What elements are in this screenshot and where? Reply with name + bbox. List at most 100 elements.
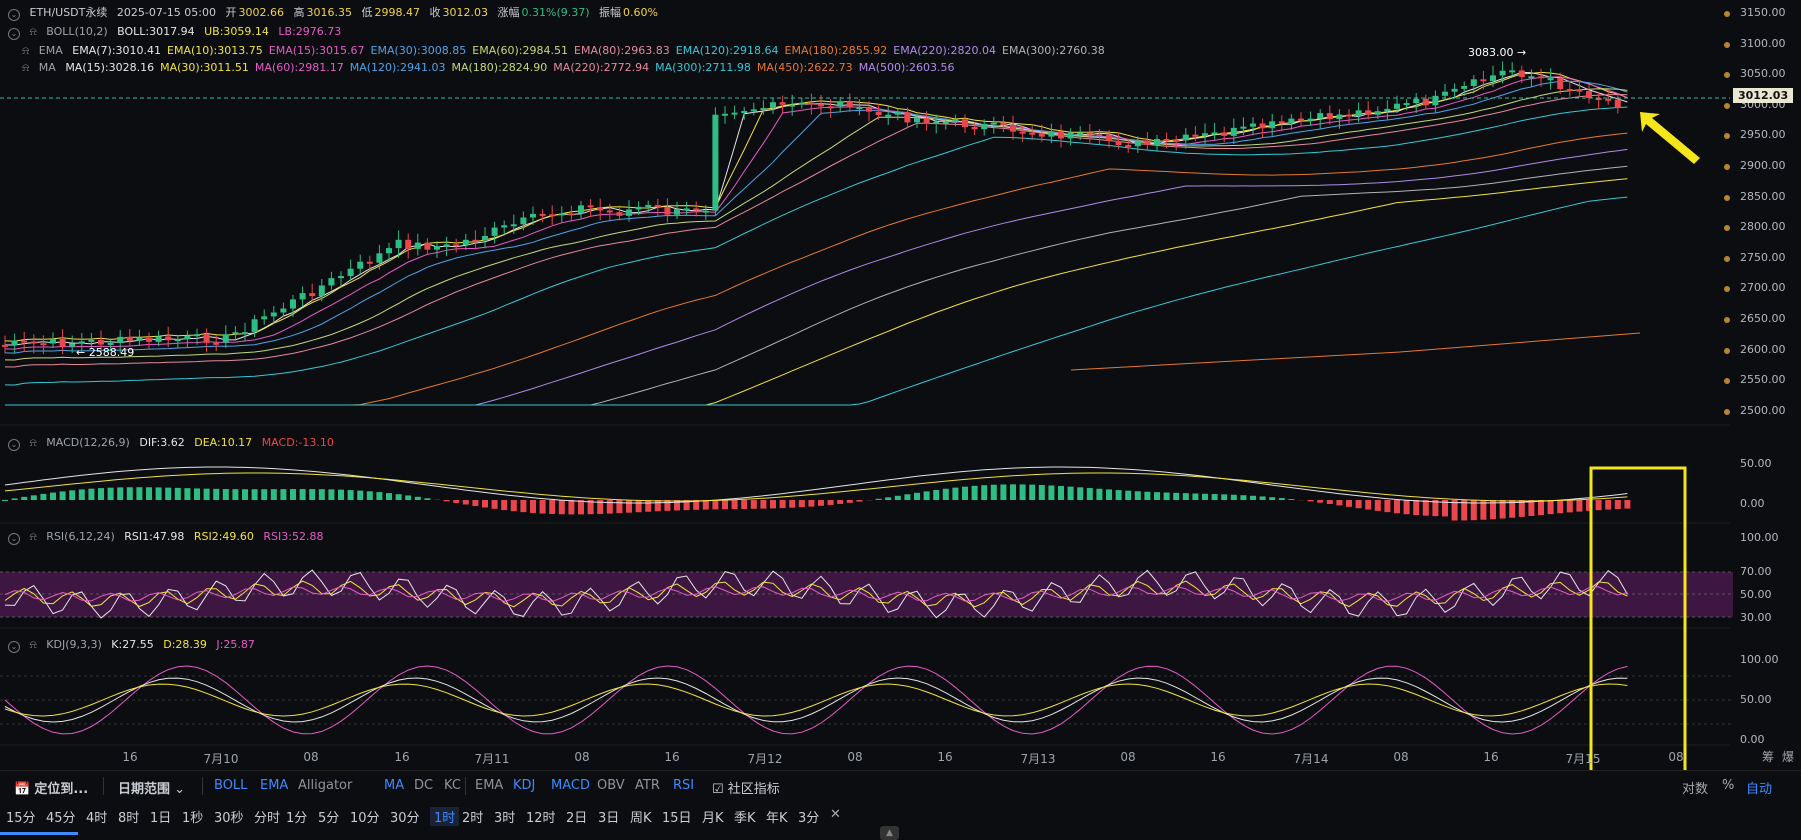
community-indicators-button[interactable]: ☑ 社区指标 bbox=[712, 778, 780, 797]
interval-button[interactable]: 分时 bbox=[254, 807, 280, 826]
interval-button[interactable]: 3时 bbox=[494, 807, 515, 826]
percent-scale-toggle[interactable]: % bbox=[1722, 778, 1734, 793]
indicator-rsi-button[interactable]: RSI bbox=[673, 778, 694, 793]
candle-body bbox=[319, 285, 325, 296]
locate-button[interactable]: 📅 定位到... bbox=[14, 778, 88, 797]
bell-icon[interactable]: ⍾ bbox=[22, 61, 29, 74]
price-alert-dot[interactable] bbox=[1724, 164, 1730, 170]
macd-histogram-bar bbox=[540, 500, 546, 514]
collapse-icon[interactable]: ⌄ bbox=[8, 439, 20, 451]
collapse-icon[interactable]: ⌄ bbox=[8, 641, 20, 653]
log-scale-toggle[interactable]: 对数 bbox=[1682, 778, 1708, 797]
macd-histogram-bar bbox=[98, 488, 104, 500]
macd-histogram-bar bbox=[223, 489, 229, 500]
candle-body bbox=[1605, 99, 1611, 101]
price-alert-dot[interactable] bbox=[1724, 409, 1730, 415]
ma-legend[interactable]: ⍾ MA MA(15):3028.16MA(30):3011.51MA(60):… bbox=[8, 61, 960, 75]
rsi-axis-100: 100.00 bbox=[1740, 531, 1779, 544]
macd-histogram-bar bbox=[1548, 500, 1554, 514]
interval-button[interactable]: 45分 bbox=[46, 807, 76, 826]
indicator-alligator-button[interactable]: Alligator bbox=[298, 778, 352, 793]
interval-button[interactable]: 1日 bbox=[150, 807, 171, 826]
boll-legend[interactable]: ⌄ ⍾ BOLL(10,2) BOLL:3017.94 UB:3059.14 L… bbox=[8, 25, 347, 40]
interval-button[interactable]: 12时 bbox=[526, 807, 556, 826]
interval-button[interactable]: 30秒 bbox=[214, 807, 244, 826]
indicator-atr-button[interactable]: ATR bbox=[635, 778, 660, 793]
interval-button[interactable]: 4时 bbox=[86, 807, 107, 826]
date-range-button[interactable]: 日期范围 ⌄ bbox=[118, 778, 185, 797]
interval-button[interactable]: 1秒 bbox=[182, 807, 203, 826]
indicator-macd-button[interactable]: MACD bbox=[551, 778, 590, 793]
candle-body bbox=[1183, 135, 1189, 141]
interval-button[interactable]: 2日 bbox=[566, 807, 587, 826]
macd-histogram-bar bbox=[1116, 490, 1122, 500]
macd-histogram-bar bbox=[108, 488, 114, 500]
bell-icon[interactable]: ⍾ bbox=[30, 436, 37, 449]
auto-scale-toggle[interactable]: 自动 bbox=[1746, 778, 1772, 797]
interval-button[interactable]: 年K bbox=[766, 807, 788, 826]
bell-icon[interactable]: ⍾ bbox=[30, 530, 37, 543]
candle-body bbox=[223, 334, 229, 343]
interval-button[interactable]: 30分 bbox=[390, 807, 420, 826]
macd-histogram-bar bbox=[1404, 500, 1410, 514]
candle-body bbox=[1260, 124, 1266, 129]
collapse-icon[interactable]: ⌄ bbox=[8, 533, 20, 545]
candle-body bbox=[1288, 119, 1294, 123]
interval-button[interactable]: 1分 bbox=[286, 807, 307, 826]
price-alert-dot[interactable] bbox=[1724, 11, 1730, 17]
chips-button[interactable]: 筹 bbox=[1762, 750, 1774, 764]
kdj-legend[interactable]: ⌄ ⍾ KDJ(9,3,3) K:27.55 D:28.39 J:25.87 bbox=[8, 638, 261, 653]
scroll-handle[interactable]: ▲ bbox=[880, 826, 899, 840]
close-icon[interactable]: ✕ bbox=[830, 807, 841, 822]
indicator-ema-button[interactable]: EMA bbox=[475, 778, 503, 793]
macd-histogram-bar bbox=[1384, 500, 1390, 512]
bell-icon[interactable]: ⍾ bbox=[30, 25, 37, 38]
interval-button[interactable]: 15日 bbox=[662, 807, 692, 826]
ma-line bbox=[5, 166, 1627, 405]
indicator-kc-button[interactable]: KC bbox=[444, 778, 461, 793]
indicator-dc-button[interactable]: DC bbox=[414, 778, 433, 793]
liquidation-button[interactable]: 爆 bbox=[1782, 750, 1794, 764]
indicator-kdj-button[interactable]: KDJ bbox=[513, 778, 535, 793]
bell-icon[interactable]: ⍾ bbox=[30, 638, 37, 651]
price-alert-dot[interactable] bbox=[1724, 256, 1730, 262]
bell-icon[interactable]: ⍾ bbox=[22, 44, 29, 57]
macd-histogram-bar bbox=[780, 500, 786, 508]
interval-button[interactable]: 8时 bbox=[118, 807, 139, 826]
macd-legend[interactable]: ⌄ ⍾ MACD(12,26,9) DIF:3.62 DEA:10.17 MAC… bbox=[8, 436, 340, 451]
indicator-ema-button[interactable]: EMA bbox=[260, 778, 288, 793]
interval-button[interactable]: 季K bbox=[734, 807, 756, 826]
candle-body bbox=[1327, 113, 1333, 119]
collapse-icon[interactable]: ⌄ bbox=[8, 9, 20, 21]
ema-legend[interactable]: ⍾ EMA EMA(7):3010.41EMA(10):3013.75EMA(1… bbox=[8, 44, 1111, 58]
collapse-icon[interactable]: ⌄ bbox=[8, 28, 20, 40]
interval-button[interactable]: 10分 bbox=[350, 807, 380, 826]
rsi-legend[interactable]: ⌄ ⍾ RSI(6,12,24) RSI1:47.98 RSI2:49.60 R… bbox=[8, 530, 329, 545]
candle-body bbox=[21, 341, 27, 343]
interval-button[interactable]: 3分 bbox=[798, 807, 819, 826]
indicator-obv-button[interactable]: OBV bbox=[597, 778, 625, 793]
ema-legend-item: EMA(30):3008.85 bbox=[371, 44, 467, 57]
candle-body bbox=[300, 293, 306, 299]
price-alert-dot[interactable] bbox=[1724, 42, 1730, 48]
ma-line bbox=[5, 149, 1627, 405]
candle-body bbox=[1000, 123, 1006, 125]
price-alert-dot[interactable] bbox=[1724, 195, 1730, 201]
price-alert-dot[interactable] bbox=[1724, 103, 1730, 109]
interval-button[interactable]: 5分 bbox=[318, 807, 339, 826]
interval-button[interactable]: 周K bbox=[630, 807, 652, 826]
indicator-boll-button[interactable]: BOLL bbox=[214, 778, 247, 793]
candle-body bbox=[540, 214, 546, 216]
interval-button[interactable]: 3日 bbox=[598, 807, 619, 826]
indicator-ma-button[interactable]: MA bbox=[384, 778, 404, 793]
macd-histogram-bar bbox=[674, 500, 680, 510]
interval-button[interactable]: 15分 bbox=[6, 807, 36, 826]
interval-button[interactable]: 2时 bbox=[462, 807, 483, 826]
chart-canvas[interactable] bbox=[0, 0, 1801, 770]
price-alert-dot[interactable] bbox=[1724, 348, 1730, 354]
macd-histogram-bar bbox=[261, 489, 267, 500]
interval-button[interactable]: 1时 bbox=[430, 807, 459, 826]
price-alert-dot[interactable] bbox=[1724, 317, 1730, 323]
interval-button[interactable]: 月K bbox=[702, 807, 724, 826]
candle-body bbox=[1298, 119, 1304, 121]
